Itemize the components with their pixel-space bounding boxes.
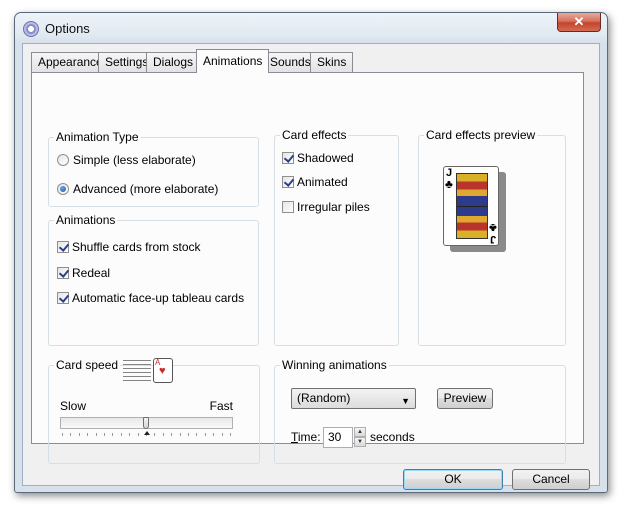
time-label: Time: (291, 430, 321, 444)
slider-position-marker (144, 431, 150, 435)
slider-tick (121, 433, 122, 436)
animations-tab-panel: Animation Type Simple (less elaborate) A… (31, 72, 584, 464)
slider-tick (104, 433, 105, 436)
slider-tick (70, 433, 71, 436)
slider-tick (230, 433, 231, 436)
slider-tick (222, 433, 223, 436)
redeal-label: Redeal (72, 266, 111, 280)
radio-indicator (57, 154, 69, 166)
simple-animation-radio[interactable]: Simple (less elaborate) (57, 152, 196, 168)
tab-dialogs[interactable]: Dialogs (146, 52, 201, 72)
tab-skins[interactable]: Skins (310, 52, 354, 72)
slider-tick (205, 433, 206, 436)
slider-tick (180, 433, 181, 436)
slider-tick (188, 433, 189, 436)
options-gear-icon (23, 21, 39, 37)
animated-label: Animated (297, 175, 348, 189)
card-effects-label: Card effects (280, 128, 349, 142)
slider-tick (96, 433, 97, 436)
dialog-client-area: Appearance Settings Dialogs Animations S… (22, 43, 600, 490)
slider-tick (196, 433, 197, 436)
checkbox-indicator (57, 292, 69, 304)
preview-button[interactable]: Preview (437, 388, 493, 409)
animation-type-group: Animation Type Simple (less elaborate) A… (48, 130, 259, 207)
speed-lines-icon (123, 360, 151, 382)
card-effects-group: Card effects Shadowed Animated Irregular… (274, 128, 399, 346)
card-effects-preview-group: Card effects preview J ♣ ♣ J (418, 128, 566, 346)
animations-group-label: Animations (54, 213, 118, 227)
slider-tick (62, 433, 63, 436)
seconds-label: seconds (370, 430, 415, 444)
irregular-piles-checkbox[interactable]: Irregular piles (282, 199, 370, 215)
title-bar[interactable]: Options ✕ (15, 13, 607, 43)
winning-animation-value: (Random) (297, 391, 351, 405)
shadowed-label: Shadowed (297, 151, 354, 165)
animations-group: Animations Shuffle cards from stock Rede… (48, 213, 259, 346)
checkbox-indicator (57, 241, 69, 253)
winning-animation-select[interactable]: (Random) ▼ (291, 388, 416, 409)
shadowed-checkbox[interactable]: Shadowed (282, 150, 354, 166)
time-spinner[interactable]: ▲ ▼ (354, 427, 366, 448)
slider-tick (112, 433, 113, 436)
animated-checkbox[interactable]: Animated (282, 174, 348, 190)
time-input[interactable]: 30 (323, 427, 353, 448)
window-title: Options (45, 21, 90, 36)
auto-face-up-label: Automatic face-up tableau cards (72, 291, 245, 305)
slider-tick (79, 433, 80, 436)
slider-tick (129, 433, 130, 436)
fast-label: Fast (209, 399, 233, 413)
simple-animation-label: Simple (less elaborate) (73, 153, 196, 167)
checkbox-indicator (282, 201, 294, 213)
heart-suit-icon: ♥ (159, 365, 166, 377)
slider-tick (213, 433, 214, 436)
cancel-button[interactable]: Cancel (512, 469, 590, 490)
spin-down-icon[interactable]: ▼ (354, 437, 366, 447)
checkbox-indicator (282, 176, 294, 188)
tab-animations[interactable]: Animations (196, 49, 270, 73)
animation-type-label: Animation Type (54, 130, 141, 144)
chevron-down-icon: ▼ (401, 396, 410, 406)
shuffle-cards-label: Shuffle cards from stock (72, 240, 201, 254)
slider-tick (138, 433, 139, 436)
spin-up-icon[interactable]: ▲ (354, 427, 366, 437)
card-effects-preview-label: Card effects preview (424, 128, 538, 142)
advanced-animation-label: Advanced (more elaborate) (73, 182, 219, 196)
card-speed-label: Card speed (54, 358, 121, 372)
card-speed-slider-thumb[interactable] (143, 417, 149, 429)
advanced-animation-radio[interactable]: Advanced (more elaborate) (57, 181, 218, 197)
auto-face-up-checkbox[interactable]: Automatic face-up tableau cards (57, 290, 244, 306)
ok-button[interactable]: OK (403, 469, 503, 490)
close-button[interactable]: ✕ (557, 13, 601, 32)
speed-card-icon: A ♥ (153, 358, 173, 383)
irregular-piles-label: Irregular piles (297, 200, 370, 214)
winning-animations-label: Winning animations (280, 358, 389, 372)
redeal-checkbox[interactable]: Redeal (57, 265, 110, 281)
card-speed-group: Card speed A ♥ Slow Fast (48, 358, 260, 464)
slider-tick (87, 433, 88, 436)
shuffle-cards-checkbox[interactable]: Shuffle cards from stock (57, 239, 201, 255)
checkbox-indicator (282, 152, 294, 164)
checkbox-indicator (57, 267, 69, 279)
club-suit-icon: ♣ (445, 177, 453, 191)
winning-animations-group: Winning animations (Random) ▼ Preview Ti… (274, 358, 566, 464)
jack-face-art (456, 173, 488, 239)
slider-tick (154, 433, 155, 436)
options-window: Options ✕ Appearance Settings Dialogs An… (14, 12, 608, 493)
time-label-rest: ime: (297, 430, 321, 444)
radio-indicator (57, 183, 69, 195)
preview-jack-card: J ♣ ♣ J (443, 166, 499, 246)
slider-tick (171, 433, 172, 436)
slow-label: Slow (60, 399, 87, 413)
slider-tick (163, 433, 164, 436)
card-rank-bottom: J (489, 233, 496, 245)
